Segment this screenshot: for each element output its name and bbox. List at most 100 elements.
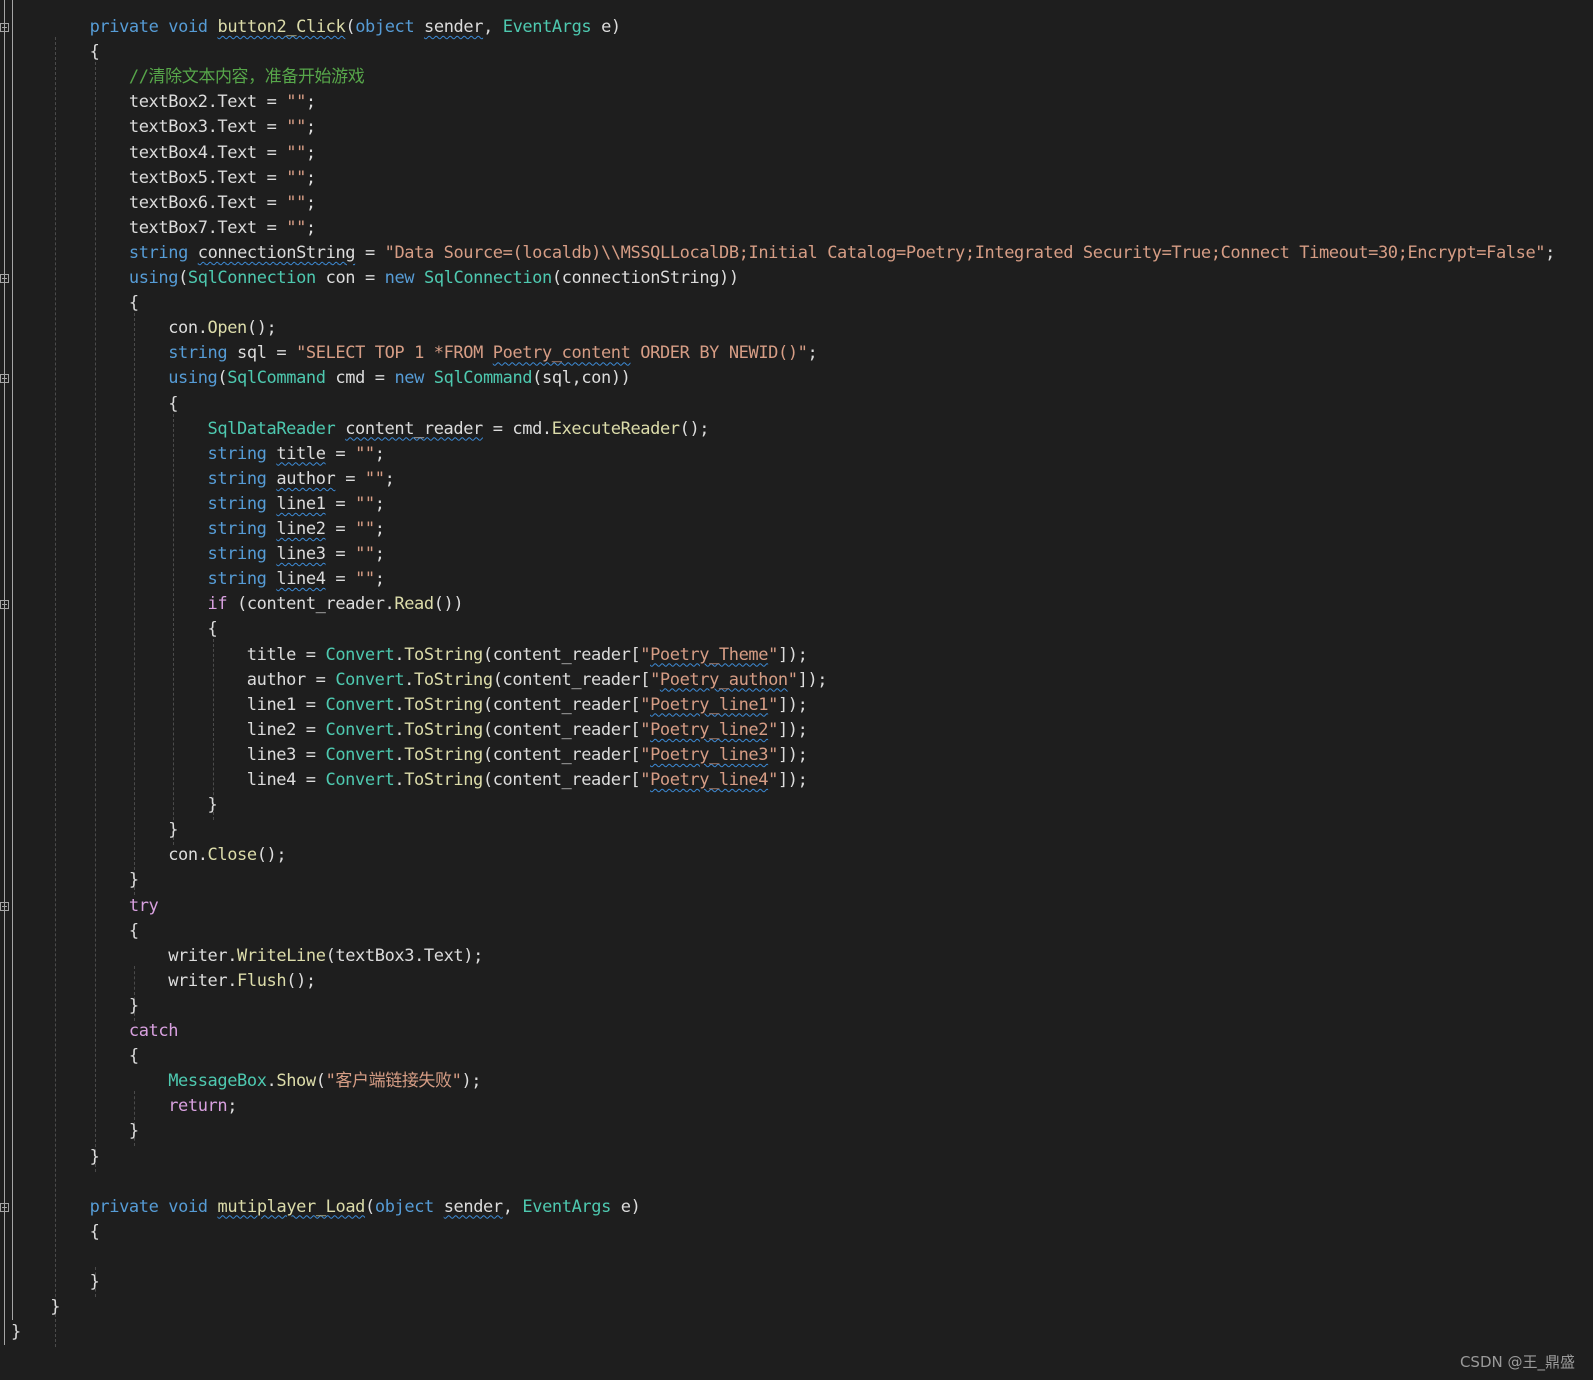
code-token: textBox7.Text = [128,217,287,238]
code-line[interactable]: title = Convert.ToString(content_reader[… [247,643,808,668]
code-token: sender [443,1196,503,1217]
code-token: { [207,619,218,640]
code-line[interactable]: } [129,994,139,1019]
code-line[interactable]: using(SqlCommand cmd = new SqlCommand(sq… [168,366,631,391]
code-line[interactable]: SqlDataReader content_reader = cmd.Execu… [208,417,710,442]
code-line[interactable]: textBox3.Text = ""; [129,115,316,140]
code-line[interactable]: textBox6.Text = ""; [129,191,316,216]
code-line[interactable]: author = Convert.ToString(content_reader… [247,668,828,693]
code-token: ( [365,1196,375,1217]
code-line[interactable]: line2 = Convert.ToString(content_reader[… [247,718,808,743]
code-token: line2 = [246,719,326,740]
code-line[interactable]: string author = ""; [208,467,395,492]
code-line[interactable]: string line1 = ""; [208,492,385,517]
code-line[interactable]: { [208,617,218,642]
code-editor[interactable]: private void button2_Click(object sender… [0,0,1593,1380]
code-token: cmd = [325,368,395,389]
code-line[interactable]: { [168,392,178,417]
code-line[interactable]: //清除文本内容，准备开始游戏 [129,65,365,90]
code-line[interactable]: { [90,40,100,65]
code-token: line1 [276,493,326,514]
code-line[interactable]: } [50,1295,60,1320]
code-token: } [11,1322,21,1343]
code-area[interactable]: private void button2_Click(object sender… [0,0,1593,1380]
code-line[interactable]: private void mutiplayer_Load(object send… [90,1195,641,1220]
code-token: " [787,669,798,690]
code-token: ; [305,142,316,163]
code-line[interactable]: con.Open(); [168,316,277,341]
code-token: MessageBox [168,1071,267,1092]
code-line[interactable]: } [90,1145,100,1170]
code-token: , [483,17,503,37]
code-line[interactable]: try [129,894,159,919]
code-token: ; [384,468,395,489]
code-line[interactable]: string line3 = ""; [208,542,385,567]
code-line[interactable]: if (content_reader.Read()) [208,592,464,617]
code-token: return [168,1096,228,1117]
code-line[interactable]: catch [129,1019,179,1044]
code-line[interactable]: string line2 = ""; [208,517,385,542]
code-line[interactable]: line1 = Convert.ToString(content_reader[… [247,693,808,718]
code-line[interactable]: con.Close(); [168,843,286,868]
code-line[interactable]: string line4 = ""; [208,567,385,592]
code-line[interactable]: string sql = "SELECT TOP 1 *FROM Poetry_… [168,341,818,366]
code-token: { [128,1046,139,1067]
code-token: ExecuteReader [551,418,680,439]
code-line[interactable]: textBox2.Text = ""; [129,90,316,115]
code-token: (); [256,845,287,866]
code-token: string [207,468,267,489]
code-line[interactable]: line4 = Convert.ToString(content_reader[… [247,768,808,793]
code-line[interactable]: } [129,1119,139,1144]
code-token: = cmd. [482,418,552,439]
code-token: ( [217,368,228,389]
code-line[interactable]: line3 = Convert.ToString(content_reader[… [247,743,808,768]
code-token: . [394,770,405,790]
code-token: . [394,719,405,740]
code-line[interactable]: } [90,1270,100,1295]
code-token: "" [286,92,306,113]
code-token: (); [679,418,710,439]
code-token: (content_reader. [227,594,395,615]
code-token: EventArgs [522,1196,611,1217]
code-line[interactable]: writer.Flush(); [168,969,316,994]
code-line[interactable]: writer.WriteLine(textBox3.Text); [168,944,483,969]
code-token: ; [374,569,385,590]
code-line[interactable]: { [129,919,139,944]
code-line[interactable]: string connectionString = "Data Source=(… [129,241,1555,266]
code-token: " [768,694,778,715]
code-line[interactable]: { [129,291,139,316]
code-token: } [128,1121,139,1142]
code-token: line1 = [246,694,326,715]
code-token: string [168,343,228,364]
code-line[interactable]: textBox5.Text = ""; [129,166,316,191]
code-line[interactable]: private void button2_Click(object sender… [90,15,622,40]
code-line[interactable]: } [129,868,139,893]
code-token: private [89,1196,159,1217]
code-token: Poetry_line2 [650,719,769,740]
code-line[interactable]: { [129,1044,139,1069]
code-token: " [640,694,651,715]
code-line[interactable]: } [168,818,178,843]
code-line[interactable]: { [90,1220,100,1245]
code-token: object [355,17,415,37]
code-token: } [168,820,179,841]
code-token: ()) [433,594,464,615]
code-line[interactable]: string title = ""; [208,442,385,467]
code-token: line3 [276,544,326,565]
code-token: title = [246,644,326,665]
code-line[interactable]: } [208,793,218,818]
code-line[interactable]: textBox7.Text = ""; [129,216,316,241]
code-line[interactable]: } [11,1320,21,1345]
code-token: (content_reader[ [482,770,641,790]
code-line[interactable]: using(SqlConnection con = new SqlConnect… [129,266,739,291]
code-line[interactable]: MessageBox.Show("客户端链接失败"); [168,1069,481,1094]
code-line[interactable]: return; [168,1094,237,1119]
code-token: button2_Click [217,17,346,37]
code-token: (content_reader[ [482,694,641,715]
code-line[interactable]: textBox4.Text = ""; [129,141,316,166]
